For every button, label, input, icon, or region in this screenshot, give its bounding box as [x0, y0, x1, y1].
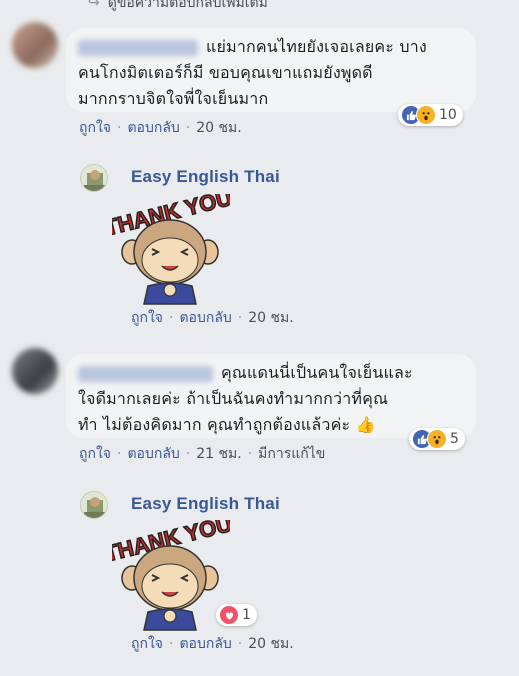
comment-bubble: คุณแดนนี่เป็นคนใจเย็นและ ใจดีมากเลยค่ะ ถ… — [66, 354, 476, 438]
reply-link[interactable]: ตอบกลับ — [127, 443, 179, 465]
wow-icon — [416, 105, 436, 125]
edited-label[interactable]: มีการแก้ไข — [258, 443, 325, 465]
reaction-count: 10 — [439, 107, 457, 123]
reply-link[interactable]: ตอบกลับ — [179, 307, 231, 329]
reaction-summary[interactable]: 10 — [398, 104, 463, 126]
timestamp[interactable]: 21 ชม. — [196, 443, 241, 465]
thank-you-sticker: THANK YOU — [112, 194, 230, 305]
comment-text: แย่มากคนไทยยังเจอเลยคะ บาง คนโกงมิตเตอร์… — [78, 37, 427, 108]
view-more-replies-label: ดูข้อความตอบกลับเพิ่มเติม — [107, 0, 268, 11]
reaction-summary[interactable]: 5 — [409, 428, 465, 450]
reaction-count: 1 — [242, 607, 251, 623]
like-link[interactable]: ถูกใจ — [79, 117, 111, 139]
commenter-name[interactable] — [78, 39, 198, 56]
comment-bubble: แย่มากคนไทยยังเจอเลยคะ บาง คนโกงมิตเตอร์… — [66, 28, 476, 112]
reaction-count: 5 — [450, 431, 459, 447]
separator-dot: · — [237, 636, 243, 652]
like-link[interactable]: ถูกใจ — [79, 443, 111, 465]
reply-link[interactable]: ตอบกลับ — [179, 633, 231, 655]
separator-dot: · — [185, 120, 191, 136]
page-avatar[interactable] — [80, 491, 108, 519]
like-link[interactable]: ถูกใจ — [131, 633, 163, 655]
reaction-summary[interactable]: 1 — [216, 604, 257, 626]
comment-text: คุณแดนนี่เป็นคนใจเย็นและ ใจดีมากเลยค่ะ ถ… — [78, 363, 413, 434]
timestamp[interactable]: 20 ชม. — [248, 307, 293, 329]
separator-dot: · — [117, 120, 122, 136]
commenter-name[interactable] — [78, 365, 213, 382]
wow-icon — [427, 429, 447, 449]
page-reply-actions: ถูกใจ · ตอบกลับ · 20 ชม. — [131, 307, 294, 329]
commenter-avatar[interactable] — [12, 348, 58, 394]
view-more-replies-link[interactable]: ↪ ดูข้อความตอบกลับเพิ่มเติม — [88, 0, 268, 14]
timestamp[interactable]: 20 ชม. — [196, 117, 241, 139]
commenter-avatar[interactable] — [12, 22, 58, 68]
separator-dot: · — [237, 310, 243, 326]
like-link[interactable]: ถูกใจ — [131, 307, 163, 329]
separator-dot: · — [117, 446, 122, 462]
separator-dot: · — [169, 636, 174, 652]
timestamp[interactable]: 20 ชม. — [248, 633, 293, 655]
thumbs-up-emoji: 👍 — [355, 415, 376, 434]
reply-link[interactable]: ตอบกลับ — [127, 117, 179, 139]
love-icon — [219, 605, 239, 625]
thank-you-sticker: THANK YOU — [112, 520, 230, 631]
page-reply-actions: ถูกใจ · ตอบกลับ · 20 ชม. — [131, 633, 294, 655]
comment-actions: ถูกใจ · ตอบกลับ · 21 ชม. · มีการแก้ไข — [79, 443, 325, 465]
page-avatar[interactable] — [80, 164, 108, 192]
separator-dot: · — [169, 310, 174, 326]
page-name[interactable]: Easy English Thai — [131, 494, 280, 514]
reply-arrow-icon: ↪ — [88, 0, 100, 11]
separator-dot: · — [247, 446, 253, 462]
separator-dot: · — [185, 446, 191, 462]
comment-actions: ถูกใจ · ตอบกลับ · 20 ชม. — [79, 117, 242, 139]
page-name[interactable]: Easy English Thai — [131, 167, 280, 187]
